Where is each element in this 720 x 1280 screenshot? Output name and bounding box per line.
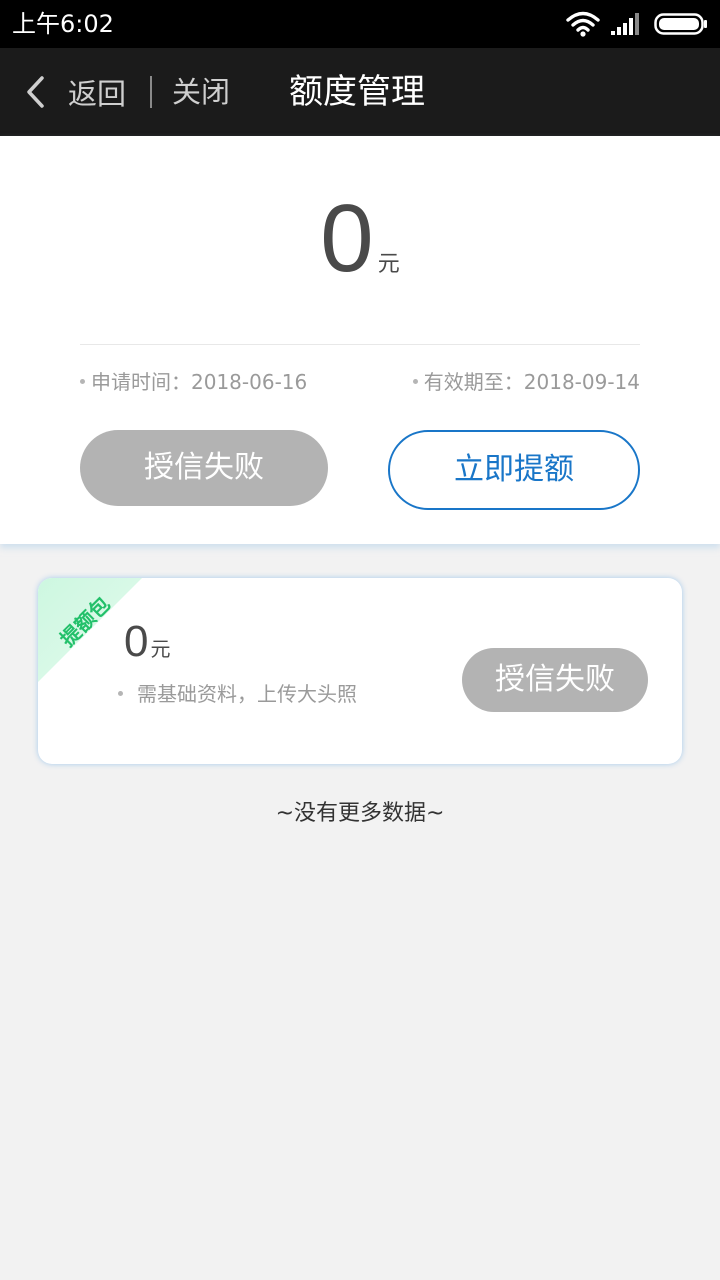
back-chevron-icon xyxy=(27,76,44,108)
valid-until: 有效期至：2018-09-14 xyxy=(412,368,640,396)
status-time: 上午6:02 xyxy=(12,10,114,38)
apply-time-text: 申请时间：2018-06-16 xyxy=(91,370,308,394)
raise-package-card[interactable]: 提额包 0元 需基础资料，上传大头照 授信失败 xyxy=(38,578,682,764)
back-button[interactable]: 返回 xyxy=(24,68,126,116)
package-amount-value: 0 xyxy=(124,617,149,666)
apply-time: 申请时间：2018-06-16 xyxy=(80,368,307,396)
credit-amount-value: 0 xyxy=(320,185,374,292)
package-credit-failed-button[interactable]: 授信失败 xyxy=(462,648,648,712)
no-more-data: ~没有更多数据~ xyxy=(275,801,445,826)
page-title: 额度管理 xyxy=(289,72,425,112)
package-description-text: 需基础资料，上传大头照 xyxy=(137,682,357,706)
signal-icon xyxy=(611,13,639,35)
package-amount: 0元 xyxy=(124,616,170,677)
summary-divider xyxy=(80,344,640,345)
wifi-icon xyxy=(566,11,600,37)
raise-limit-button[interactable]: 立即提额 xyxy=(388,430,640,510)
credit-failed-button[interactable]: 授信失败 xyxy=(80,430,328,506)
bullet-dot xyxy=(118,691,123,696)
back-label: 返回 xyxy=(68,77,127,111)
nav-bar: 返回 关闭 额度管理 xyxy=(0,48,720,136)
close-button[interactable]: 关闭 xyxy=(172,68,230,116)
credit-amount-unit: 元 xyxy=(377,252,400,277)
package-description: 需基础资料，上传大头照 xyxy=(118,680,357,708)
bullet-dot xyxy=(412,379,418,384)
credit-amount: 0元 xyxy=(0,184,720,294)
package-amount-unit: 元 xyxy=(150,637,171,661)
status-bar: 上午6:02 xyxy=(0,0,720,48)
battery-icon xyxy=(654,13,707,35)
credit-summary-card: 0元 申请时间：2018-06-16 有效期至：2018-09-14 授信失败 … xyxy=(0,136,720,544)
bullet-dot xyxy=(80,379,85,384)
status-icons xyxy=(566,10,708,38)
nav-divider xyxy=(150,76,152,108)
valid-until-text: 有效期至：2018-09-14 xyxy=(423,370,640,394)
